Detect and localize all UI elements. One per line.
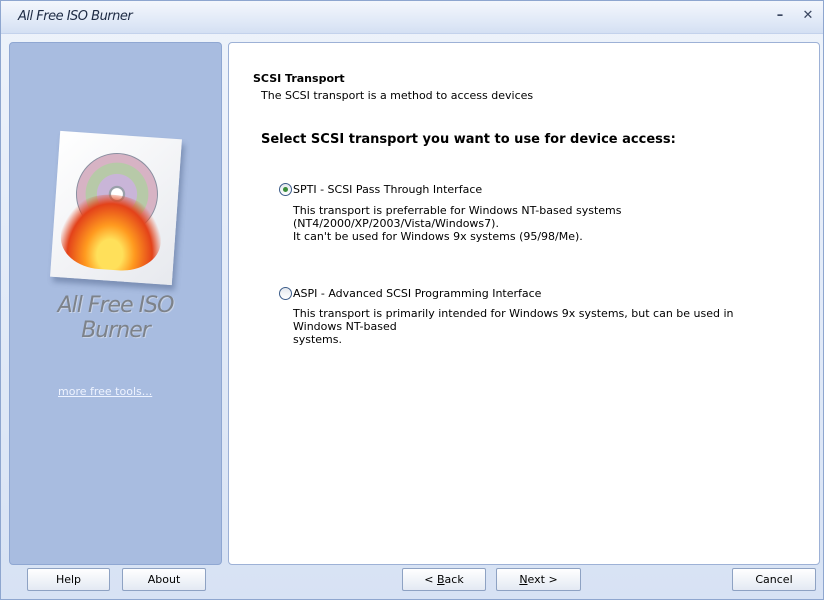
aspi-description-line-1: This transport is primarily intended for… xyxy=(293,307,734,333)
about-button[interactable]: About xyxy=(122,568,206,591)
minimize-icon[interactable]: – xyxy=(770,6,790,26)
back-button-prefix: < xyxy=(424,573,437,586)
next-button-accelerator: N xyxy=(519,573,528,586)
help-button[interactable]: Help xyxy=(27,568,110,591)
spti-option-label[interactable]: SPTI - SCSI Pass Through Interface xyxy=(293,183,482,196)
brand-name: All Free ISO Burner xyxy=(10,293,221,343)
brand-line-1: All Free ISO xyxy=(57,293,175,318)
spti-description: This transport is preferrable for Window… xyxy=(293,204,778,243)
section-subtitle: The SCSI transport is a method to access… xyxy=(261,89,534,102)
window-title: All Free ISO Burner xyxy=(18,9,133,24)
question-heading: Select SCSI transport you want to use fo… xyxy=(261,132,676,147)
brand-line-2: Burner xyxy=(81,318,151,343)
next-button-label-rest: ext > xyxy=(527,573,558,586)
back-button[interactable]: < Back xyxy=(402,568,486,591)
aspi-description-line-2: systems. xyxy=(293,333,342,346)
title-bar[interactable]: All Free ISO Burner – ✕ xyxy=(1,1,823,34)
back-button-accelerator: B xyxy=(437,573,445,586)
back-button-label-rest: ack xyxy=(444,573,464,586)
aspi-option-label[interactable]: ASPI - Advanced SCSI Programming Interfa… xyxy=(293,287,541,300)
more-free-tools-link[interactable]: more free tools... xyxy=(58,385,152,398)
cancel-button[interactable]: Cancel xyxy=(732,568,816,591)
side-panel: All Free ISO Burner more free tools... xyxy=(9,42,222,565)
burning-disc-logo-icon xyxy=(50,130,182,286)
close-icon[interactable]: ✕ xyxy=(798,6,818,26)
section-title: SCSI Transport xyxy=(253,72,345,85)
spti-description-line-1: This transport is preferrable for Window… xyxy=(293,204,622,230)
spti-radio[interactable] xyxy=(279,183,292,196)
next-button[interactable]: Next > xyxy=(496,568,581,591)
wizard-window: All Free ISO Burner – ✕ All Free ISO Bur… xyxy=(0,0,824,600)
spti-description-line-2: It can't be used for Windows 9x systems … xyxy=(293,230,583,243)
aspi-description: This transport is primarily intended for… xyxy=(293,307,778,346)
content-panel: SCSI Transport The SCSI transport is a m… xyxy=(228,42,820,565)
aspi-radio[interactable] xyxy=(279,287,292,300)
